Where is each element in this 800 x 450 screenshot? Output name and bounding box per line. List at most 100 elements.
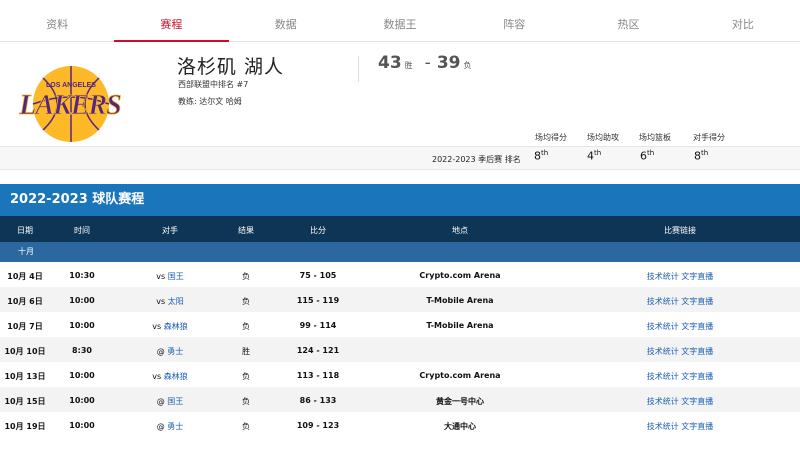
tab-hot-zone[interactable]: 热区 — [571, 0, 685, 41]
box-score-link[interactable]: 技术统计 — [647, 347, 679, 356]
game-links: 技术统计 文字直播 — [640, 321, 720, 332]
opponent-link[interactable]: 勇士 — [167, 422, 183, 431]
svg-text:LAKERS: LAKERS — [18, 90, 121, 121]
live-text-link[interactable]: 文字直播 — [681, 322, 713, 331]
game-result: 负 — [242, 422, 250, 431]
tab-profile[interactable]: 资料 — [0, 0, 114, 41]
month-header: 十月 — [0, 242, 800, 262]
schedule-title: 2022-2023 球队赛程 — [0, 184, 800, 216]
stat-value-assists-suffix: th — [594, 149, 602, 157]
stat-value-assists-num: 4 — [587, 149, 594, 163]
team-coach: 教练: 达尔文 哈姆 — [178, 97, 242, 106]
schedule-column-header: 日期 时间 对手 结果 比分 地点 比赛链接 — [0, 216, 800, 242]
live-text-link[interactable]: 文字直播 — [681, 397, 713, 406]
col-date: 日期 — [17, 226, 33, 235]
stat-label-assists: 场均助攻 — [587, 133, 619, 142]
opponent-link[interactable]: 森林狼 — [164, 372, 188, 381]
game-date: 10月 6日 — [7, 297, 43, 306]
team-name: 洛杉矶 湖人 — [177, 56, 285, 78]
game-date: 10月 4日 — [7, 272, 43, 281]
stat-value-opp-points-suffix: th — [701, 149, 709, 157]
stat-value-opp-points: 8th — [694, 149, 724, 163]
live-text-link[interactable]: 文字直播 — [681, 372, 713, 381]
live-text-link[interactable]: 文字直播 — [681, 297, 713, 306]
col-links: 比赛链接 — [664, 226, 696, 235]
game-links: 技术统计 文字直播 — [640, 371, 720, 382]
col-result: 结果 — [238, 226, 254, 235]
game-links: 技术统计 文字直播 — [640, 421, 720, 432]
table-row: 10月 15日 10:00 @ 国王 负 86 - 133 黄金一号中心 技术统计 文字直播 — [0, 387, 800, 412]
game-venue: T-Mobile Arena — [426, 321, 494, 330]
wins-count: 43 — [378, 53, 402, 73]
box-score-link[interactable]: 技术统计 — [647, 372, 679, 381]
game-opponent: @ 国王 — [140, 396, 200, 407]
stat-label-opp-points: 对手得分 — [693, 133, 725, 142]
opponent-link[interactable]: 勇士 — [167, 347, 183, 356]
team-conference-rank: 西部联盟中排名 #7 — [178, 80, 249, 89]
opponent-link[interactable]: 国王 — [167, 397, 183, 406]
game-result: 胜 — [242, 347, 250, 356]
game-venue: T-Mobile Arena — [426, 296, 494, 305]
tab-leaders[interactable]: 数据王 — [343, 0, 457, 41]
stat-value-rebounds-suffix: th — [647, 149, 655, 157]
game-date: 10月 13日 — [4, 372, 46, 381]
home-away-prefix: @ — [156, 347, 165, 356]
col-opponent: 对手 — [162, 226, 178, 235]
home-away-prefix: vs — [152, 322, 162, 331]
tab-stats[interactable]: 数据 — [229, 0, 343, 41]
game-links: 技术统计 文字直播 — [640, 296, 720, 307]
game-opponent: @ 勇士 — [140, 421, 200, 432]
game-links: 技术统计 文字直播 — [640, 346, 720, 357]
game-score: 86 - 133 — [299, 396, 337, 405]
home-away-prefix: vs — [156, 297, 166, 306]
game-score: 109 - 123 — [296, 421, 340, 430]
box-score-link[interactable]: 技术统计 — [647, 272, 679, 281]
col-score: 比分 — [310, 226, 326, 235]
home-away-prefix: @ — [156, 422, 165, 431]
table-row: 10月 10日 8:30 @ 勇士 胜 124 - 121 技术统计 文字直播 — [0, 337, 800, 362]
opponent-link[interactable]: 国王 — [168, 272, 184, 281]
table-row: 10月 4日 10:30 vs 国王 负 75 - 105 Crypto.com Aren… — [0, 262, 800, 287]
box-score-link[interactable]: 技术统计 — [647, 322, 679, 331]
game-result: 负 — [242, 322, 250, 331]
top-nav: 资料 赛程 数据 数据王 阵容 热区 对比 — [0, 0, 800, 42]
game-score: 99 - 114 — [299, 321, 337, 330]
game-opponent: vs 国王 — [140, 271, 200, 282]
stat-value-points-num: 8 — [534, 149, 541, 163]
game-opponent: @ 勇士 — [140, 346, 200, 357]
game-time: 10:00 — [69, 371, 95, 380]
home-away-prefix: vs — [152, 372, 162, 381]
tab-roster[interactable]: 阵容 — [457, 0, 571, 41]
table-row: 10月 19日 10:00 @ 勇士 负 109 - 123 大通中心 技术统计 文字直播 — [0, 412, 800, 437]
box-score-link[interactable]: 技术统计 — [647, 422, 679, 431]
home-away-prefix: vs — [156, 272, 166, 281]
game-date: 10月 7日 — [7, 322, 43, 331]
stat-value-rebounds: 6th — [640, 149, 670, 163]
opponent-link[interactable]: 太阳 — [168, 297, 184, 306]
live-text-link[interactable]: 文字直播 — [681, 422, 713, 431]
box-score-link[interactable]: 技术统计 — [647, 297, 679, 306]
game-links: 技术统计 文字直播 — [640, 271, 720, 282]
stat-label-points: 场均得分 — [535, 133, 567, 142]
live-text-link[interactable]: 文字直播 — [681, 272, 713, 281]
game-time: 8:30 — [72, 346, 92, 355]
game-date: 10月 15日 — [4, 397, 46, 406]
box-score-link[interactable]: 技术统计 — [647, 397, 679, 406]
game-time: 10:00 — [69, 321, 95, 330]
tab-schedule[interactable]: 赛程 — [114, 0, 229, 42]
game-score: 113 - 118 — [296, 371, 340, 380]
game-opponent: vs 森林狼 — [140, 371, 200, 382]
col-time: 时间 — [74, 226, 90, 235]
opponent-link[interactable]: 森林狼 — [164, 322, 188, 331]
live-text-link[interactable]: 文字直播 — [681, 347, 713, 356]
game-venue: 黄金一号中心 — [436, 397, 484, 406]
stat-value-rebounds-num: 6 — [640, 149, 647, 163]
tab-compare[interactable]: 对比 — [686, 0, 800, 41]
game-time: 10:00 — [69, 396, 95, 405]
game-date: 10月 19日 — [4, 422, 46, 431]
game-time: 10:00 — [69, 296, 95, 305]
game-result: 负 — [242, 372, 250, 381]
losses-label: 负 — [463, 61, 472, 70]
stat-label-rebounds: 场均篮板 — [639, 133, 671, 142]
stat-value-opp-points-num: 8 — [694, 149, 701, 163]
